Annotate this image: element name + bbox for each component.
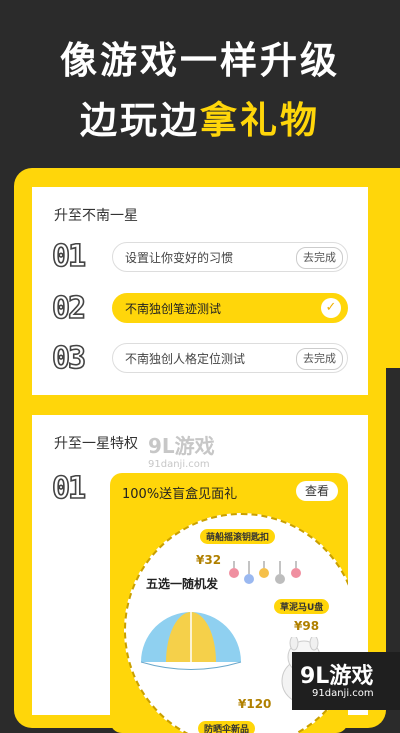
gift-title: 100%送盲盒见面礼 <box>122 487 238 502</box>
udisk-price: ¥98 <box>294 619 320 633</box>
task-number-2: 02 <box>51 290 87 327</box>
view-gift-button[interactable]: 查看 <box>295 481 338 501</box>
hero-title-line2-plain: 边玩边 <box>80 99 200 142</box>
task-item-2[interactable]: 不南独创笔迹测试 ✓ <box>112 293 348 323</box>
task-go-button-1[interactable]: 去完成 <box>296 247 343 269</box>
task-item-1[interactable]: 设置让你变好的习惯 去完成 <box>112 242 348 272</box>
level-card: 升至不南一星 01 设置让你变好的习惯 去完成 02 不南独创笔迹测试 ✓ 03… <box>32 187 368 395</box>
hero-title-line2-highlight: 拿礼物 <box>200 99 320 142</box>
umbrella-tag: 防晒伞新品 <box>198 721 256 733</box>
keychain-tag: 萌船摇滚钥匙扣 <box>200 529 276 544</box>
task-go-button-3[interactable]: 去完成 <box>296 348 343 370</box>
umbrella-icon <box>140 612 242 670</box>
level-card-title: 升至不南一星 <box>54 208 138 224</box>
task-number-3: 03 <box>51 340 87 377</box>
task-label-2: 不南独创笔迹测试 <box>125 302 222 316</box>
privilege-number-1: 01 <box>51 470 87 507</box>
umbrella-price: ¥120 <box>238 697 272 711</box>
udisk-tag: 草泥马U盘 <box>274 599 330 614</box>
task-label-3: 不南独创人格定位测试 <box>125 352 246 366</box>
task-item-3[interactable]: 不南独创人格定位测试 去完成 <box>112 343 348 373</box>
hero-banner: 像游戏一样升级 边玩边拿礼物 <box>0 0 400 170</box>
task-number-1: 01 <box>51 238 87 275</box>
watermark-logo-top: 9L游戏 91danji.com <box>148 430 215 470</box>
task-label-1: 设置让你变好的习惯 <box>125 251 234 265</box>
watermark-brand-top: 9L游戏 <box>148 434 215 458</box>
privilege-card-title: 升至一星特权 <box>54 436 138 452</box>
watermark-url-bottom: 91danji.com <box>312 688 374 699</box>
hero-title-line2: 边玩边拿礼物 <box>0 90 400 144</box>
check-icon: ✓ <box>321 298 341 318</box>
watermark-logo-bottom: 9L游戏 91danji.com <box>292 652 400 710</box>
keychain-icon <box>229 561 301 584</box>
watermark-brand-bottom: 9L游戏 <box>300 664 374 689</box>
watermark-url-top: 91danji.com <box>148 459 210 470</box>
keychain-price: ¥32 <box>196 553 222 567</box>
hero-title-line1: 像游戏一样升级 <box>60 39 340 82</box>
pick-one-label: 五选一随机发 <box>146 577 219 591</box>
